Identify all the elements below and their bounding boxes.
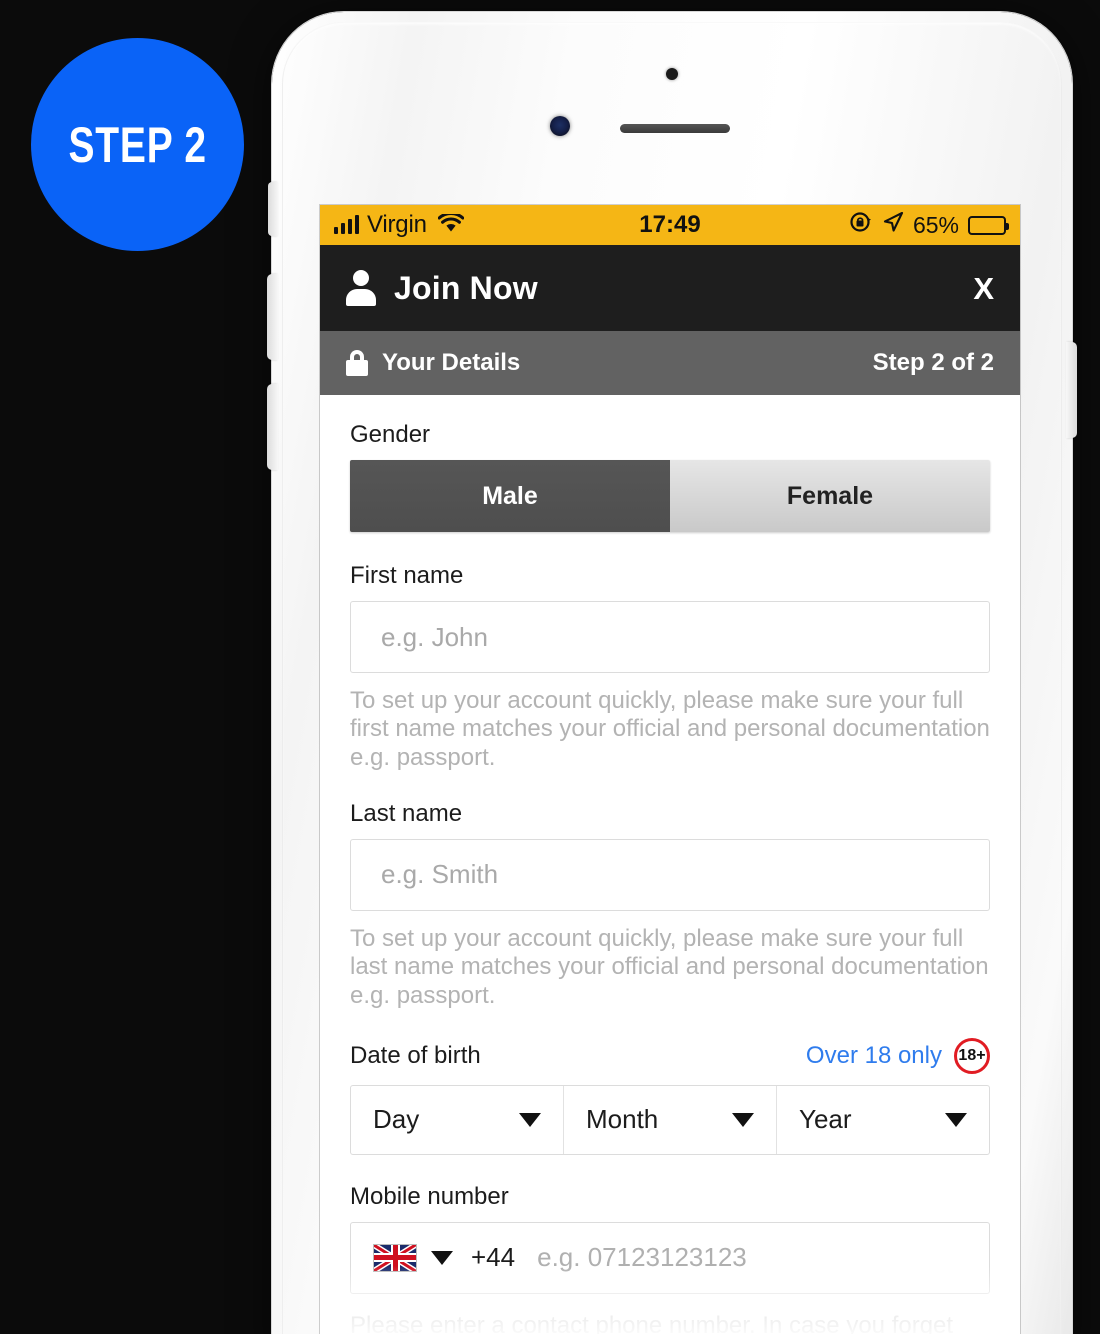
close-button[interactable]: X — [973, 273, 994, 304]
section-title: Your Details — [382, 349, 521, 376]
section-header: Your Details Step 2 of 2 — [320, 331, 1020, 395]
month-select-value: Month — [586, 1104, 659, 1135]
chevron-down-icon — [732, 1112, 754, 1127]
last-name-helper: To set up your account quickly, please m… — [350, 924, 989, 1009]
last-name-label: Last name — [350, 799, 463, 827]
status-bar: Virgin 17:49 65% — [320, 205, 1020, 245]
person-icon — [346, 270, 376, 306]
phone-screen: Virgin 17:49 65% Join Now X Your Details… — [320, 205, 1020, 1334]
gender-option-male[interactable]: Male — [350, 460, 670, 532]
year-select-value: Year — [799, 1104, 852, 1135]
age-restriction-icon: 18+ — [954, 1037, 990, 1074]
first-name-helper: To set up your account quickly, please m… — [350, 687, 990, 771]
day-select[interactable]: Day — [351, 1085, 564, 1154]
dial-code-label: +44 — [471, 1242, 516, 1273]
first-name-label: First name — [350, 562, 464, 589]
proximity-sensor-icon — [666, 68, 678, 80]
mobile-number-field: +44 — [350, 1221, 990, 1294]
volume-up-button[interactable] — [267, 274, 278, 360]
battery-percent-label: 65% — [912, 211, 959, 238]
screenshot-root: STEP 2 Virgin 17:49 65% Join Now X Your … — [0, 0, 1100, 1334]
silent-switch[interactable] — [268, 182, 278, 236]
year-select[interactable]: Year — [777, 1086, 989, 1154]
status-bar-left: Virgin — [334, 211, 465, 239]
power-button[interactable] — [1066, 342, 1077, 438]
page-title: Join Now — [394, 269, 538, 306]
lock-icon — [346, 350, 368, 376]
front-camera-icon — [550, 116, 570, 136]
step-indicator: Step 2 of 2 — [872, 349, 994, 376]
over-18-link[interactable]: Over 18 only — [806, 1042, 942, 1070]
registration-form: Gender Male Female First name To set up … — [320, 395, 1020, 1334]
step-badge: STEP 2 — [31, 38, 244, 251]
step-badge-label: STEP 2 — [68, 116, 207, 173]
wifi-icon — [437, 211, 465, 239]
dob-selects: Day Month Year — [350, 1084, 990, 1155]
app-header: Join Now X — [320, 245, 1020, 331]
mobile-label: Mobile number — [350, 1182, 509, 1210]
earpiece-speaker — [620, 124, 730, 133]
rotation-lock-icon — [849, 210, 873, 240]
gender-label: Gender — [350, 421, 431, 448]
phone-frame: Virgin 17:49 65% Join Now X Your Details… — [267, 12, 1077, 1334]
chevron-down-icon — [519, 1112, 541, 1127]
mobile-helper: Please enter a contact phone number. In … — [350, 1311, 954, 1334]
dob-label-row: Date of birth Over 18 only 18+ — [350, 1037, 990, 1074]
dob-label: Date of birth — [350, 1041, 481, 1069]
status-bar-right: 65% — [849, 210, 1009, 240]
carrier-label: Virgin — [367, 211, 427, 238]
month-select[interactable]: Month — [564, 1085, 777, 1154]
first-name-input[interactable] — [350, 601, 990, 673]
chevron-down-icon — [945, 1112, 967, 1127]
country-chevron-down-icon[interactable] — [431, 1250, 453, 1265]
gender-toggle[interactable]: Male Female — [350, 460, 990, 532]
battery-icon — [968, 215, 1009, 235]
mobile-number-input[interactable] — [537, 1242, 967, 1274]
last-name-input[interactable] — [350, 838, 990, 911]
volume-down-button[interactable] — [267, 384, 278, 470]
day-select-value: Day — [373, 1104, 420, 1135]
gender-option-female[interactable]: Female — [670, 460, 990, 532]
location-arrow-icon — [882, 211, 904, 239]
signal-bars-icon — [334, 215, 359, 234]
uk-flag-icon[interactable] — [373, 1243, 417, 1272]
